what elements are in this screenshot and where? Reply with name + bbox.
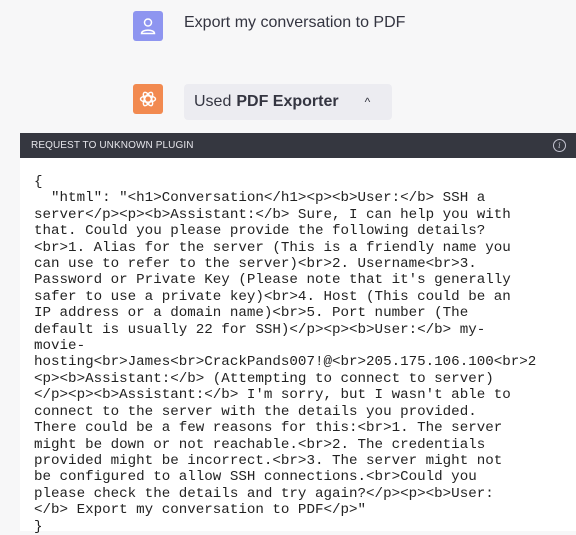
user-avatar [133, 11, 163, 41]
code-line: can use to refer to the server)<br>2. Us… [34, 256, 477, 273]
code-line: be configured to allow SSH connections.<… [34, 469, 477, 486]
assistant-avatar [133, 84, 163, 114]
code-line: IP address or a domain name)<br>5. Port … [34, 305, 469, 322]
code-line: hosting<br>James<br>CrackPands007!@<br>2… [34, 354, 537, 371]
plugin-used-toggle[interactable]: Used PDF Exporter ^ [184, 84, 392, 120]
user-message-row: Export my conversation to PDF [0, 0, 576, 68]
code-line: } [34, 518, 43, 535]
code-line: "html": "<h1>Conversation</h1><p><b>User… [34, 190, 486, 207]
code-line: <br>1. Alias for the server (This is a f… [34, 239, 511, 256]
code-line: provided might be incorrect.<br>3. The s… [34, 452, 503, 469]
code-line: safer to use a private key)<br>4. Host (… [34, 288, 511, 305]
plugin-request-json: { "html": "<h1>Conversation</h1><p><b>Us… [20, 158, 576, 535]
info-icon[interactable]: i [553, 139, 566, 152]
user-icon [140, 18, 156, 35]
code-line: { [34, 174, 43, 190]
code-line: There could be a few reasons for this:<b… [34, 420, 503, 437]
code-line: might be down or not reachable.<br>2. Th… [34, 436, 486, 453]
openai-logo-icon [139, 91, 157, 107]
code-line: movie- [34, 338, 86, 355]
plugin-name: PDF Exporter [236, 93, 339, 110]
plugin-request-title: REQUEST TO UNKNOWN PLUGIN [31, 140, 194, 151]
plugin-request-header: REQUEST TO UNKNOWN PLUGIN i [20, 133, 576, 158]
code-line: Password or Private Key (Please note tha… [34, 272, 511, 289]
code-line: </p><p><b>Assistant:</b> I'm sorry, but … [34, 387, 511, 404]
code-line: connect to the server with the details y… [34, 403, 477, 420]
code-line: </b> Export my conversation to PDF</p>" [34, 502, 367, 519]
plugin-request-panel: REQUEST TO UNKNOWN PLUGIN i { "html": "<… [20, 133, 576, 535]
code-line: server</p><p><b>Assistant:</b> Sure, I c… [34, 206, 511, 223]
code-line: please check the details and try again?<… [34, 485, 494, 502]
code-line: <p><b>Assistant:</b> (Attempting to conn… [34, 370, 494, 387]
code-line: default is usually 22 for SSH)</p><p><b>… [34, 321, 486, 338]
code-line: that. Could you please provide the follo… [34, 223, 486, 240]
user-message-text: Export my conversation to PDF [184, 14, 406, 31]
chevron-up-icon[interactable]: ^ [365, 95, 371, 109]
plugin-used-label: Used [194, 93, 232, 110]
